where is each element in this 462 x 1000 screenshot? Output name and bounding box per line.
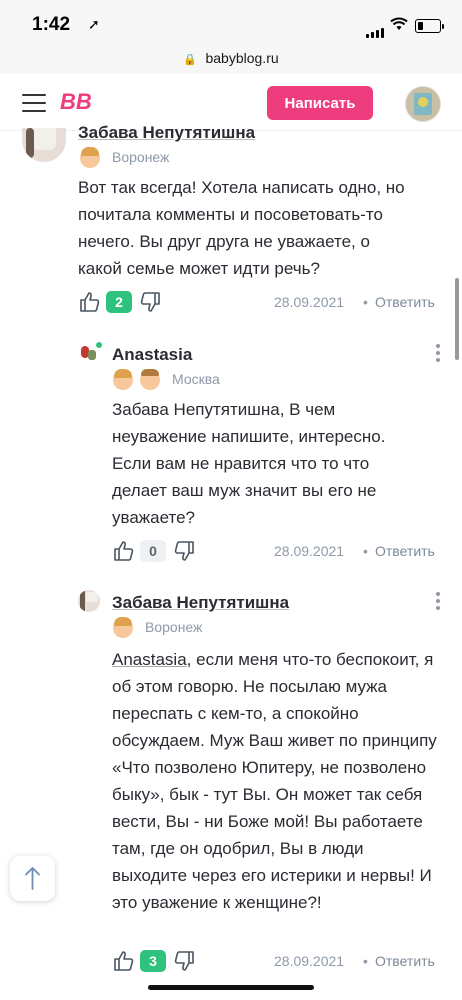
- user-avatar[interactable]: [405, 86, 441, 122]
- vote-count: 0: [140, 540, 166, 562]
- babyblog-logo[interactable]: BB: [60, 90, 104, 112]
- battery-icon: [415, 19, 444, 33]
- comment-actions: 3 28.09.2021 • Ответить: [112, 949, 442, 973]
- reply-link[interactable]: Ответить: [375, 294, 435, 310]
- mention-link[interactable]: Anastasia: [112, 650, 187, 669]
- vote-count: 3: [140, 950, 166, 972]
- author-avatar[interactable]: [78, 590, 100, 612]
- vote-count: 2: [106, 291, 132, 313]
- scroll-to-top-button[interactable]: [10, 856, 55, 901]
- comment-date: 28.09.2021: [274, 953, 345, 969]
- author-city: Воронеж: [145, 619, 203, 635]
- comment-actions: 2 28.09.2021 • Ответить: [78, 290, 442, 314]
- comment-date: 28.09.2021: [274, 543, 345, 559]
- comment-text: Anastasia, если меня что-то беспокоит, я…: [112, 646, 442, 916]
- thumbs-up-icon[interactable]: [112, 949, 136, 973]
- wifi-icon: [390, 17, 408, 30]
- hamburger-icon[interactable]: [22, 94, 46, 112]
- browser-url-bar[interactable]: 🔒 babyblog.ru: [0, 44, 462, 74]
- arrow-up-icon: [25, 867, 40, 890]
- reply-link[interactable]: Ответить: [375, 543, 435, 559]
- thumbs-down-icon[interactable]: [172, 949, 196, 973]
- thumbs-up-icon[interactable]: [78, 290, 102, 314]
- comment-text: Забава Непутятишна, В чем неуважение нап…: [112, 400, 386, 527]
- comment-actions: 0 28.09.2021 • Ответить: [112, 539, 442, 563]
- author-city: Москва: [172, 371, 220, 387]
- reply-link[interactable]: Ответить: [375, 953, 435, 969]
- comment-body: , если меня что-то беспокоит, я об этом …: [112, 650, 437, 912]
- author-city: Воронеж: [112, 149, 170, 165]
- comment-date: 28.09.2021: [274, 294, 345, 310]
- thumbs-up-icon[interactable]: [112, 539, 136, 563]
- separator-dot: •: [363, 953, 368, 969]
- write-button[interactable]: Написать: [267, 86, 373, 120]
- child-icon: [80, 147, 100, 168]
- location-arrow-icon: ➚: [88, 16, 100, 32]
- author-avatar[interactable]: [22, 128, 66, 162]
- child-icon: [113, 369, 133, 390]
- comment: Забава Непутятишна Воронеж Вот так всегд…: [0, 123, 462, 320]
- author-name[interactable]: Забава Непутятишна: [112, 593, 289, 613]
- comment-text: Вот так всегда! Хотела написать одно, но…: [78, 178, 405, 278]
- child-icon: [140, 369, 160, 390]
- thumbs-down-icon[interactable]: [172, 539, 196, 563]
- child-icon: [113, 617, 133, 638]
- home-indicator[interactable]: [148, 985, 314, 990]
- lock-icon: 🔒: [183, 54, 198, 66]
- status-bar: 1:42 ➚: [0, 0, 462, 44]
- separator-dot: •: [363, 294, 368, 310]
- cellular-signal-icon: [366, 20, 386, 38]
- author-name[interactable]: Забава Непутятишна: [78, 123, 255, 143]
- page-scrollbar[interactable]: [455, 278, 459, 360]
- url-text[interactable]: babyblog.ru: [205, 50, 278, 66]
- logo-text: BB: [60, 90, 92, 112]
- author-name[interactable]: Anastasia: [112, 345, 192, 365]
- more-options-icon[interactable]: [436, 344, 440, 365]
- more-options-icon[interactable]: [436, 592, 440, 613]
- comment: Anastasia Москва Забава Непутятишна, В ч…: [0, 340, 462, 570]
- comment: Забава Непутятишна Воронеж Anastasia, ес…: [0, 588, 462, 978]
- online-indicator: [96, 342, 102, 348]
- status-time: 1:42: [32, 14, 71, 35]
- thumbs-down-icon[interactable]: [138, 290, 162, 314]
- separator-dot: •: [363, 543, 368, 559]
